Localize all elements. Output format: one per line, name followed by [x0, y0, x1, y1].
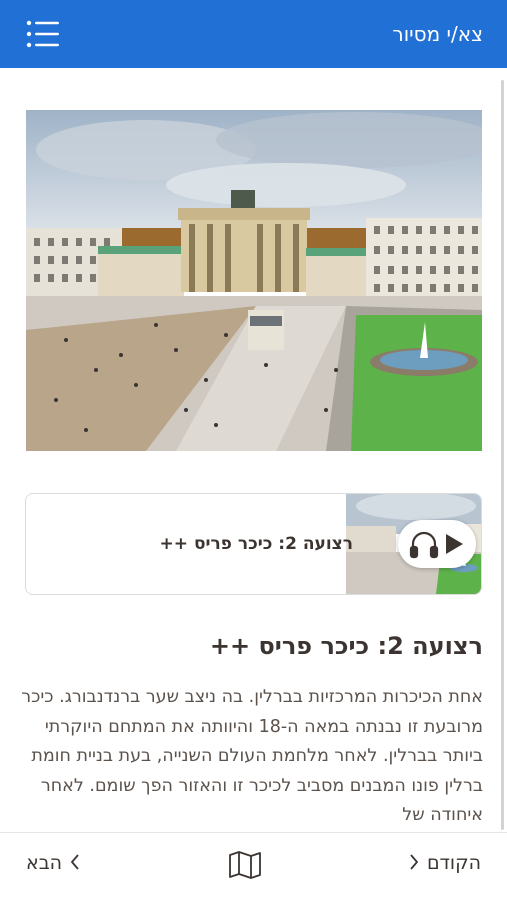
headphones-icon: [409, 531, 439, 559]
play-icon: [446, 534, 463, 554]
previous-label: הקודם: [426, 852, 481, 874]
hero-image: [26, 110, 482, 451]
map-button[interactable]: [227, 850, 263, 880]
description-text: אחת הכיכרות המרכזיות בברלין. בה ניצב שער…: [21, 687, 483, 825]
exit-tour-button[interactable]: צא/י מסיור: [392, 20, 483, 48]
next-button[interactable]: הבא: [26, 852, 80, 878]
next-label: הבא: [26, 852, 63, 874]
top-bar: צא/י מסיור: [0, 0, 507, 68]
menu-button[interactable]: [22, 17, 64, 51]
scrollbar[interactable]: [501, 80, 504, 830]
audio-track-title: רצועה 2: כיכר פריס ++: [159, 534, 353, 554]
page-title: רצועה 2: כיכר פריס ++: [209, 632, 483, 660]
play-audio-button[interactable]: [398, 520, 476, 568]
chevron-left-icon: [70, 854, 79, 870]
previous-button[interactable]: הקודם: [409, 852, 481, 878]
hamburger-menu-icon: [26, 20, 59, 48]
map-icon: [229, 851, 261, 879]
chevron-right-icon: [410, 854, 419, 870]
